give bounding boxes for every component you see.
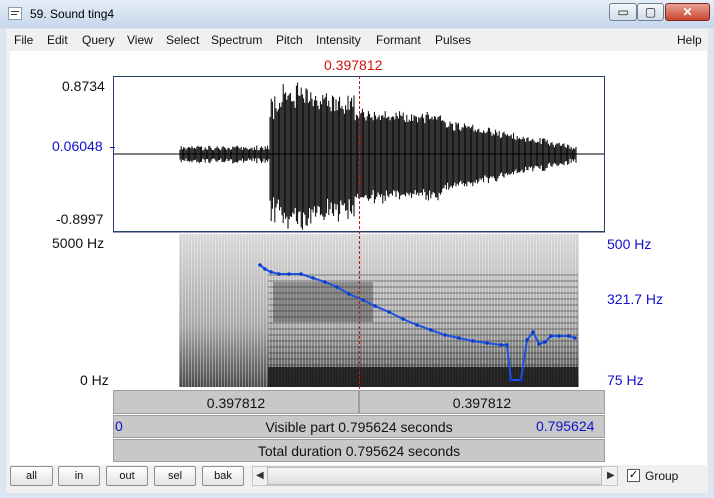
- pitch-top-label: 500 Hz: [607, 236, 651, 252]
- segment-bar-right[interactable]: 0.397812: [359, 390, 605, 414]
- pitch-point: [457, 336, 461, 340]
- pitch-point: [549, 334, 553, 338]
- pitch-point: [429, 328, 433, 332]
- pitch-point: [557, 334, 561, 338]
- pitch-mid-label: 321.7 Hz: [607, 291, 663, 307]
- pitch-point: [263, 267, 267, 271]
- scroll-left-arrow-icon[interactable]: ◀: [256, 470, 264, 481]
- pitch-point: [415, 323, 419, 327]
- maximize-icon: ▢: [638, 4, 663, 20]
- pitch-point: [387, 310, 391, 314]
- close-icon: ✕: [666, 4, 709, 20]
- freq-top-label: 5000 Hz: [52, 235, 104, 251]
- pitch-point: [258, 263, 262, 267]
- segment-left-value: 0.397812: [114, 395, 358, 411]
- pitch-point: [525, 338, 529, 342]
- group-checkbox[interactable]: ✓: [627, 469, 640, 482]
- pitch-point: [485, 341, 489, 345]
- menu-edit[interactable]: Edit: [47, 33, 68, 47]
- pitch-point: [443, 333, 447, 337]
- scroll-right-arrow-icon[interactable]: ▶: [607, 470, 615, 481]
- pitch-point: [373, 304, 377, 308]
- segment-right-value: 0.397812: [360, 395, 604, 411]
- menu-pitch[interactable]: Pitch: [276, 33, 303, 47]
- pitch-point: [543, 340, 547, 344]
- scrollbar-thumb[interactable]: [267, 467, 602, 485]
- pitch-point: [347, 292, 351, 296]
- waveform-mid-label: 0.06048: [52, 138, 103, 154]
- pitch-point: [471, 339, 475, 343]
- pitch-point: [323, 280, 327, 284]
- zoom-out-button[interactable]: out: [106, 466, 148, 486]
- pitch-point: [269, 270, 273, 274]
- pitch-point: [361, 298, 365, 302]
- pitch-point: [277, 272, 281, 276]
- pitch-point: [311, 276, 315, 280]
- pitch-point: [505, 343, 509, 347]
- pitch-point: [287, 272, 291, 276]
- window-icon[interactable]: [8, 7, 22, 20]
- pitch-point: [567, 334, 571, 338]
- visible-part-bar[interactable]: Visible part 0.795624 seconds: [113, 415, 605, 438]
- menu-help[interactable]: Help: [677, 33, 702, 47]
- menu-spectrum[interactable]: Spectrum: [211, 33, 262, 47]
- visible-part-label: Visible part 0.795624 seconds: [114, 419, 604, 435]
- minimize-icon: ▭: [610, 4, 636, 20]
- segment-bar-left[interactable]: 0.397812: [113, 390, 359, 414]
- group-label: Group: [645, 469, 678, 483]
- total-duration-bar[interactable]: Total duration 0.795624 seconds: [113, 439, 605, 462]
- all-button[interactable]: all: [10, 466, 53, 486]
- waveform-trace: [180, 83, 576, 230]
- pitch-point: [537, 342, 541, 346]
- pitch-point: [401, 317, 405, 321]
- menu-query[interactable]: Query: [82, 33, 115, 47]
- pitch-point: [509, 378, 513, 382]
- cursor-line: [359, 76, 360, 389]
- visible-start-label: 0: [115, 418, 123, 434]
- pitch-point: [531, 330, 535, 334]
- waveform-max-label: 0.8734: [62, 78, 105, 94]
- menu-file[interactable]: File: [14, 33, 33, 47]
- waveform-min-label: -0.8997: [56, 211, 103, 227]
- close-button[interactable]: ✕: [665, 3, 710, 21]
- pitch-bottom-label: 75 Hz: [607, 372, 644, 388]
- pitch-point: [573, 336, 577, 340]
- visible-end-label: 0.795624: [536, 418, 594, 434]
- pitch-point: [335, 285, 339, 289]
- menu-intensity[interactable]: Intensity: [316, 33, 361, 47]
- zoom-back-button[interactable]: bak: [202, 466, 244, 486]
- menu-view[interactable]: View: [127, 33, 153, 47]
- pitch-point: [519, 378, 523, 382]
- menu-pulses[interactable]: Pulses: [435, 33, 471, 47]
- waveform-mid-tick: [110, 147, 115, 148]
- maximize-button[interactable]: ▢: [637, 3, 664, 21]
- zoom-in-button[interactable]: in: [58, 466, 100, 486]
- cursor-time-label: 0.397812: [324, 57, 382, 73]
- zoom-selection-button[interactable]: sel: [154, 466, 196, 486]
- minimize-button[interactable]: ▭: [609, 3, 637, 21]
- window-title: 59. Sound ting4: [30, 7, 114, 21]
- menu-select[interactable]: Select: [166, 33, 199, 47]
- spectrogram-voicing-bar: [268, 367, 578, 387]
- pitch-point: [499, 343, 503, 347]
- freq-bottom-label: 0 Hz: [80, 372, 109, 388]
- total-duration-label: Total duration 0.795624 seconds: [114, 443, 604, 459]
- menu-formant[interactable]: Formant: [376, 33, 421, 47]
- pitch-point: [299, 272, 303, 276]
